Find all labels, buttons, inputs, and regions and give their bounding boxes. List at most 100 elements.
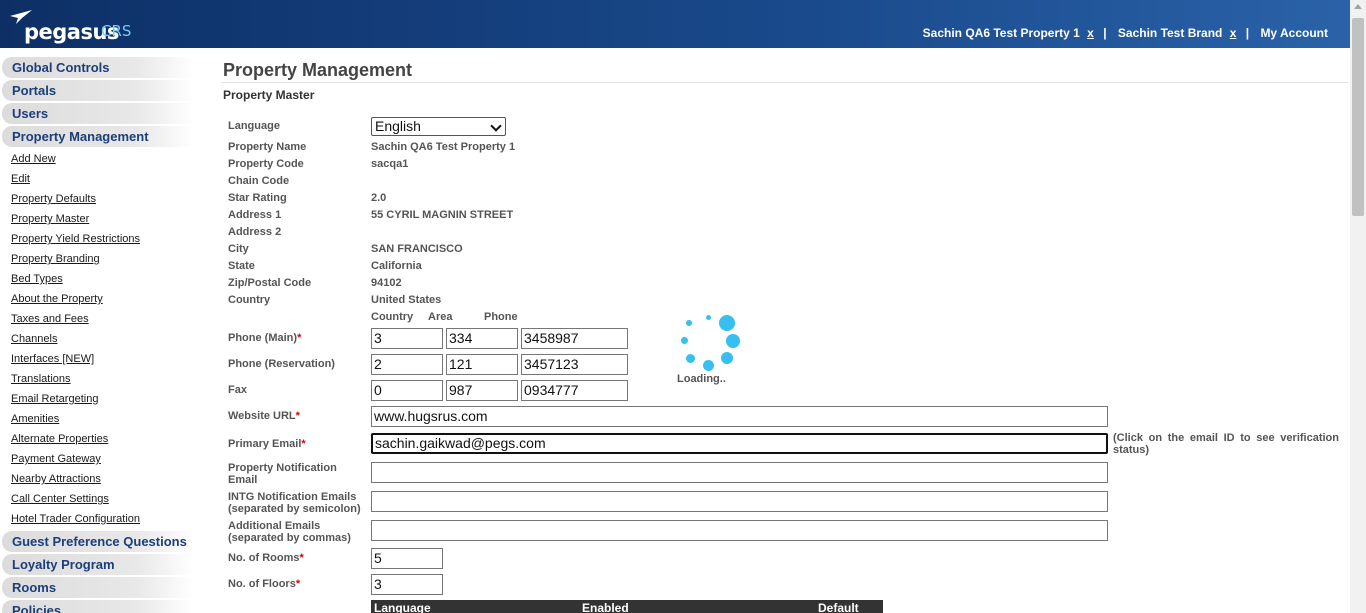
website-label: Website URL* xyxy=(228,410,300,422)
property-code-value: sacqa1 xyxy=(371,158,409,170)
primary-email-label: Primary Email* xyxy=(228,438,306,450)
sidebar-section-portals[interactable]: Portals xyxy=(2,80,194,101)
sidebar-section-policies[interactable]: Policies xyxy=(2,600,194,613)
loading-text: Loading.. xyxy=(677,373,726,385)
sidebar-item-email-retargeting[interactable]: Email Retargeting xyxy=(0,389,200,409)
sidebar-item-call-center-settings[interactable]: Call Center Settings xyxy=(0,489,200,509)
sidebar-item-property-defaults[interactable]: Property Defaults xyxy=(0,189,200,209)
phone-main-number-input[interactable]: 3458987 xyxy=(521,328,628,349)
language-select[interactable]: English xyxy=(371,117,506,136)
sidebar-item-property-yield-restrictions[interactable]: Property Yield Restrictions xyxy=(0,229,200,249)
nav-separator: | xyxy=(1245,26,1250,40)
sidebar-item-channels[interactable]: Channels xyxy=(0,329,200,349)
remove-brand-link[interactable]: x xyxy=(1230,26,1237,40)
chain-code-label: Chain Code xyxy=(228,175,290,187)
sidebar-item-edit[interactable]: Edit xyxy=(0,169,200,189)
sidebar-item-add-new[interactable]: Add New xyxy=(0,149,200,169)
nav-separator: | xyxy=(1103,26,1107,40)
vertical-scrollbar[interactable] xyxy=(1350,0,1366,613)
scrollbar-thumb[interactable] xyxy=(1352,18,1364,216)
sidebar-section-rooms[interactable]: Rooms xyxy=(2,577,194,598)
country-label: Country xyxy=(228,294,271,306)
property-name-value: Sachin QA6 Test Property 1 xyxy=(371,141,516,153)
sidebar-item-nearby-attractions[interactable]: Nearby Attractions xyxy=(0,469,200,489)
rooms-label: No. of Rooms* xyxy=(228,552,304,564)
sidebar-nav: Global Controls Portals Users Property M… xyxy=(0,57,200,613)
property-notification-email-label: Property Notification Email xyxy=(228,462,337,486)
sidebar-item-about-the-property[interactable]: About the Property xyxy=(0,289,200,309)
sidebar-item-taxes-and-fees[interactable]: Taxes and Fees xyxy=(0,309,200,329)
floors-input[interactable]: 3 xyxy=(371,574,443,595)
property-name-label: Property Name xyxy=(228,141,307,153)
city-label: City xyxy=(228,243,249,255)
sidebar-item-alternate-properties[interactable]: Alternate Properties xyxy=(0,429,200,449)
sidebar-item-bed-types[interactable]: Bed Types xyxy=(0,269,200,289)
pegasus-logo[interactable]: pegasus CRS xyxy=(10,8,150,44)
page-subtitle: Property Master xyxy=(223,88,315,102)
my-account-link[interactable]: My Account xyxy=(1260,26,1328,40)
sidebar-section-global-controls[interactable]: Global Controls xyxy=(2,57,194,78)
sidebar-item-property-branding[interactable]: Property Branding xyxy=(0,249,200,269)
phone-area-column-header: Area xyxy=(428,311,453,323)
sidebar-item-hotel-trader-configuration[interactable]: Hotel Trader Configuration xyxy=(0,509,200,529)
address2-label: Address 2 xyxy=(228,226,282,238)
intg-notification-emails-label: INTG Notification Emails (separated by se… xyxy=(228,491,361,515)
country-value: United States xyxy=(371,294,442,306)
zip-label: Zip/Postal Code xyxy=(228,277,312,289)
sidebar-item-interfaces[interactable]: Interfaces [NEW] xyxy=(0,349,200,369)
language-selected-value: English xyxy=(375,118,421,134)
address1-label: Address 1 xyxy=(228,209,282,221)
remove-property-link[interactable]: x xyxy=(1087,26,1094,40)
additional-emails-label: Additional Emails (separated by commas) xyxy=(228,520,351,544)
language-table-header: Language Enabled Default xyxy=(371,600,883,613)
phone-number-column-header: Phone xyxy=(484,311,518,323)
sidebar-item-property-master[interactable]: Property Master xyxy=(0,209,200,229)
sidebar-section-property-management[interactable]: Property Management xyxy=(2,126,194,147)
fax-number-input[interactable]: 0934777 xyxy=(521,380,628,401)
title-divider xyxy=(221,82,1348,83)
star-rating-label: Star Rating xyxy=(228,192,287,204)
current-brand-link[interactable]: Sachin Test Brand xyxy=(1118,26,1222,40)
sidebar-item-translations[interactable]: Translations xyxy=(0,369,200,389)
phone-main-country-input[interactable]: 3 xyxy=(371,328,443,349)
language-column-header: Language xyxy=(374,601,431,613)
sidebar-item-amenities[interactable]: Amenities xyxy=(0,409,200,429)
additional-emails-input[interactable] xyxy=(371,520,1108,541)
top-nav: Sachin QA6 Test Property 1 x | Sachin Te… xyxy=(923,26,1328,40)
enabled-column-header: Enabled xyxy=(582,601,629,613)
state-value: California xyxy=(371,260,422,272)
intg-notification-emails-input[interactable] xyxy=(371,491,1108,512)
zip-value: 94102 xyxy=(371,277,402,289)
main-content: Property Management Property Master xyxy=(221,60,1348,102)
rooms-input[interactable]: 5 xyxy=(371,548,443,569)
fax-area-input[interactable]: 987 xyxy=(446,380,518,401)
fax-country-input[interactable]: 0 xyxy=(371,380,443,401)
page-title: Property Management xyxy=(223,60,413,80)
property-code-label: Property Code xyxy=(228,158,304,170)
address1-value: 55 CYRIL MAGNIN STREET xyxy=(371,209,514,221)
chevron-down-icon xyxy=(490,120,502,132)
sidebar-section-users[interactable]: Users xyxy=(2,103,194,124)
default-column-header: Default xyxy=(818,601,859,613)
phone-reservation-label: Phone (Reservation) xyxy=(228,358,335,370)
sidebar-item-payment-gateway[interactable]: Payment Gateway xyxy=(0,449,200,469)
phone-res-number-input[interactable]: 3457123 xyxy=(521,354,628,375)
floors-label: No. of Floors* xyxy=(228,578,301,590)
website-url-input[interactable]: www.hugsrus.com xyxy=(371,406,1108,427)
phone-main-area-input[interactable]: 334 xyxy=(446,328,518,349)
phone-country-column-header: Country xyxy=(371,311,414,323)
phone-res-country-input[interactable]: 2 xyxy=(371,354,443,375)
logo-suffix: CRS xyxy=(101,22,132,40)
app-header: pegasus CRS Sachin QA6 Test Property 1 x… xyxy=(0,0,1350,48)
phone-res-area-input[interactable]: 121 xyxy=(446,354,518,375)
property-notification-email-input[interactable] xyxy=(371,462,1108,483)
current-property-link[interactable]: Sachin QA6 Test Property 1 xyxy=(923,26,1080,40)
star-rating-value: 2.0 xyxy=(371,192,387,204)
scroll-up-icon[interactable] xyxy=(1354,4,1362,9)
sidebar-section-guest-preference-questions[interactable]: Guest Preference Questions xyxy=(2,531,194,552)
primary-email-input[interactable]: sachin.gaikwad@pegs.com xyxy=(371,433,1108,454)
property-management-submenu: Add New Edit Property Defaults Property … xyxy=(0,149,200,529)
sidebar-section-loyalty-program[interactable]: Loyalty Program xyxy=(2,554,194,575)
phone-main-label: Phone (Main)* xyxy=(228,332,302,344)
email-verification-note: (Click on the email ID to see verificati… xyxy=(1113,432,1339,456)
